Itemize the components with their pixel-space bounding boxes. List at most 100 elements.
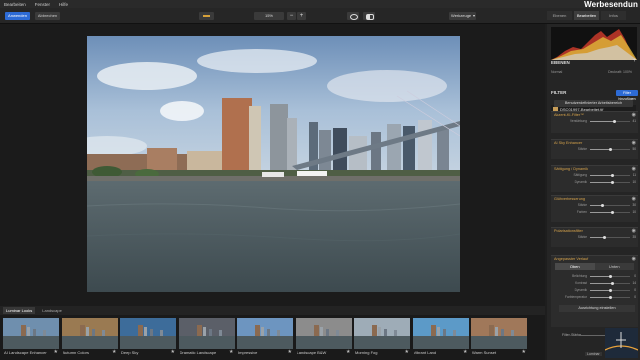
- slider-track[interactable]: [590, 211, 630, 214]
- filter-section: Angepasster Verlauf ◉ Oben Unten Belichtung 0…: [551, 255, 638, 327]
- favorite-star-icon[interactable]: ★: [54, 349, 58, 355]
- cancel-button[interactable]: Abbrechen: [35, 12, 60, 20]
- look-preset[interactable]: AI Landscape Enhancer ★: [3, 318, 59, 358]
- look-preset[interactable]: Impressive ★: [237, 318, 293, 358]
- filter-strength[interactable]: Filter-Stärke: [547, 333, 607, 338]
- slider-value[interactable]: 35: [632, 235, 636, 239]
- look-preset[interactable]: Autumn Colors ★: [61, 318, 118, 358]
- layer-opacity[interactable]: Deckraft: 100%: [608, 70, 632, 74]
- slider-track[interactable]: [590, 275, 630, 278]
- slider-track[interactable]: [590, 181, 630, 184]
- slider-track[interactable]: [590, 204, 630, 207]
- favorite-star-icon[interactable]: ★: [346, 349, 350, 355]
- filter-section-title[interactable]: Angepasster Verlauf: [554, 257, 588, 261]
- filter-section-title[interactable]: Glühverbesserung: [554, 197, 585, 201]
- filter-section-title[interactable]: Polarisationsfilter: [554, 229, 583, 233]
- menu-edit[interactable]: Bearbeiten: [4, 2, 26, 7]
- slider-knob[interactable]: [608, 296, 612, 299]
- slider-value[interactable]: 14: [632, 281, 636, 285]
- tab-luminar-looks[interactable]: Luminar Looks: [3, 307, 36, 314]
- slider-value[interactable]: 41: [632, 119, 636, 123]
- layers-title: EBENEN: [551, 60, 570, 65]
- tab-layers[interactable]: Ebenen: [547, 11, 572, 20]
- custom-workspace-button[interactable]: Benutzerdefinierter Arbeitsbereich: [554, 100, 633, 107]
- slider-track[interactable]: [590, 282, 630, 285]
- crop-tool-icon[interactable]: [199, 12, 214, 20]
- look-preset[interactable]: Morning Fog ★: [354, 318, 410, 358]
- slider-knob[interactable]: [608, 289, 612, 292]
- slider-value[interactable]: 0: [634, 288, 636, 292]
- favorite-star-icon[interactable]: ★: [522, 349, 526, 355]
- look-preset[interactable]: Landscape B&W ★: [295, 318, 352, 358]
- zoom-in-button[interactable]: +: [297, 12, 306, 20]
- add-layer-icon[interactable]: +: [632, 58, 636, 64]
- tab-bottom[interactable]: Unten: [594, 263, 634, 270]
- slider-track[interactable]: [590, 289, 630, 292]
- filter-section-title[interactable]: AI Sky Enhancer: [554, 141, 582, 145]
- align-button[interactable]: Ausrichtung einstellen: [559, 305, 635, 312]
- tab-top[interactable]: Oben: [555, 263, 595, 270]
- preview-eye-icon[interactable]: [347, 12, 359, 20]
- tab-info[interactable]: Infos: [601, 11, 626, 20]
- compare-icon[interactable]: [363, 12, 375, 20]
- filter-strength-slider[interactable]: [579, 335, 605, 336]
- menubar: Bearbeiten Fenster Hilfe: [0, 0, 640, 8]
- slider-value[interactable]: 10: [632, 180, 636, 184]
- look-preset[interactable]: Dramatic Landscape ★: [178, 318, 235, 358]
- apply-button[interactable]: Anwenden: [5, 12, 30, 20]
- visibility-eye-icon[interactable]: ◉: [632, 196, 636, 202]
- favorite-star-icon[interactable]: ★: [171, 349, 175, 355]
- slider-value[interactable]: 11: [633, 173, 636, 177]
- tab-edit[interactable]: Bearbeiten: [574, 11, 599, 20]
- slider-track[interactable]: [590, 148, 630, 151]
- luminar-label[interactable]: Luminar: [585, 352, 602, 356]
- mode-tabs: Ebenen Bearbeiten Infos: [547, 11, 626, 20]
- slider-label: Belichtung: [572, 274, 587, 278]
- look-preset[interactable]: Vibrant Land ★: [412, 318, 469, 358]
- slider-knob[interactable]: [610, 211, 614, 214]
- slider-knob[interactable]: [610, 174, 614, 177]
- slider-value[interactable]: 10: [632, 210, 636, 214]
- layer-blend-mode[interactable]: Normal: [551, 70, 562, 74]
- photo-preview[interactable]: [87, 36, 460, 292]
- favorite-star-icon[interactable]: ★: [463, 349, 467, 355]
- slider-track[interactable]: [590, 236, 630, 239]
- favorite-star-icon[interactable]: ★: [112, 349, 116, 355]
- slider-knob[interactable]: [612, 120, 616, 123]
- visibility-eye-icon[interactable]: ◉: [632, 112, 636, 118]
- slider-track[interactable]: [590, 120, 630, 123]
- visibility-eye-icon[interactable]: ◉: [632, 228, 636, 234]
- slider-track[interactable]: [590, 174, 630, 177]
- zoom-out-button[interactable]: −: [287, 12, 296, 20]
- slider-knob[interactable]: [611, 282, 615, 285]
- visibility-eye-icon[interactable]: ◉: [632, 166, 636, 172]
- filter-section-title[interactable]: Akzent-KI-Filter™: [554, 113, 584, 117]
- slider-knob[interactable]: [602, 236, 606, 239]
- slider-value[interactable]: 30: [632, 203, 636, 207]
- slider-value[interactable]: 0: [634, 274, 636, 278]
- workspace-select[interactable]: Werkzeuge: [449, 12, 476, 20]
- filter-section: Polarisationsfilter ◉ Stärke 35: [551, 227, 638, 247]
- slider-track[interactable]: [590, 296, 630, 299]
- slider-knob[interactable]: [600, 204, 604, 207]
- visibility-eye-icon[interactable]: ◉: [632, 256, 636, 262]
- slider-knob[interactable]: [608, 275, 612, 278]
- filter-section-title[interactable]: Sättigung / Dynamik: [554, 167, 588, 171]
- look-preset[interactable]: Warm Sunset ★: [471, 318, 527, 358]
- slider-value[interactable]: 0: [634, 295, 636, 299]
- visibility-eye-icon[interactable]: ◉: [632, 140, 636, 146]
- menu-window[interactable]: Fenster: [35, 2, 50, 7]
- slider-knob[interactable]: [610, 181, 614, 184]
- add-filter-button[interactable]: Filter hinzufügen: [616, 90, 638, 101]
- menu-help[interactable]: Hilfe: [59, 2, 68, 7]
- zoom-level[interactable]: 15%: [254, 12, 284, 20]
- favorite-star-icon[interactable]: ★: [288, 349, 292, 355]
- tab-landscape[interactable]: Landscape: [39, 307, 65, 314]
- favorite-star-icon[interactable]: ★: [405, 349, 409, 355]
- look-thumbnail: [471, 318, 527, 349]
- slider-knob[interactable]: [608, 148, 612, 151]
- favorite-star-icon[interactable]: ★: [229, 349, 233, 355]
- looks-strip: AI Landscape Enhancer ★ Autumn Colors ★ Deep…: [0, 315, 545, 360]
- look-preset[interactable]: Deep Sky ★: [120, 318, 176, 358]
- slider-value[interactable]: 50: [632, 147, 636, 151]
